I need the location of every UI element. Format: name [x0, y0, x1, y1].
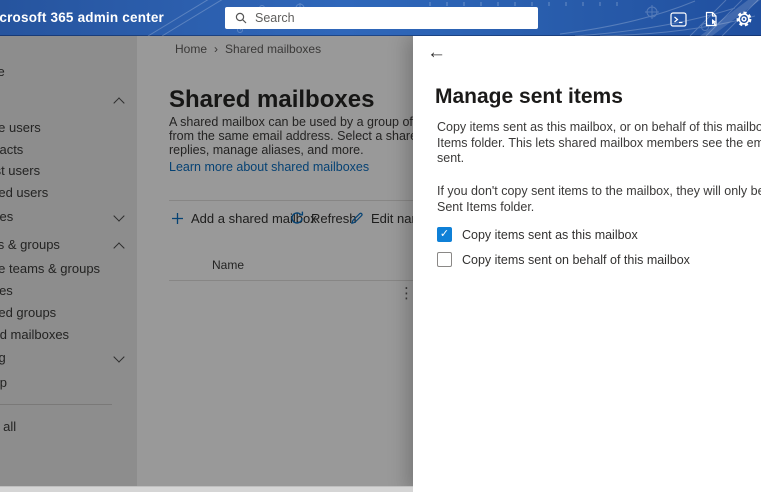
- panel-title: Manage sent items: [435, 85, 623, 109]
- panel-text-line: Copy items sent as this mailbox, or on b…: [437, 120, 761, 134]
- terminal-icon[interactable]: [668, 9, 688, 29]
- back-arrow-icon[interactable]: ←: [427, 42, 446, 64]
- panel-paragraph-2: If you don't copy sent items to the mail…: [437, 184, 761, 215]
- panel-text-line: If you don't copy sent items to the mail…: [437, 184, 761, 198]
- panel-text-line: Items folder. This lets shared mailbox m…: [437, 135, 761, 150]
- search-placeholder: Search: [255, 11, 295, 25]
- panel-text-line: Sent Items folder.: [437, 199, 535, 214]
- dim-overlay[interactable]: [0, 36, 413, 492]
- checkbox-label: Copy items sent as this mailbox: [462, 227, 638, 242]
- checkbox-copy-sent-as-mailbox[interactable]: Copy items sent as this mailbox: [437, 226, 638, 243]
- app-window: Microsoft 365 admin center Search e e us…: [0, 0, 761, 492]
- checkbox-box[interactable]: [437, 252, 452, 267]
- search-input[interactable]: Search: [225, 7, 538, 29]
- manage-sent-items-panel: ← Manage sent items Copy items sent as t…: [413, 36, 761, 492]
- checkbox-box[interactable]: [437, 227, 452, 242]
- settings-gear-icon[interactable]: [734, 9, 754, 29]
- app-header: Microsoft 365 admin center Search: [0, 0, 761, 36]
- app-title-link[interactable]: Microsoft 365 admin center: [0, 0, 164, 36]
- horizontal-scrollbar[interactable]: [0, 486, 413, 492]
- feedback-document-icon[interactable]: [701, 9, 721, 29]
- panel-text-line: sent.: [437, 151, 465, 165]
- checkbox-copy-sent-on-behalf[interactable]: Copy items sent on behalf of this mailbo…: [437, 251, 690, 268]
- checkbox-label: Copy items sent on behalf of this mailbo…: [462, 252, 690, 267]
- panel-paragraph-1: Copy items sent as this mailbox, or on b…: [437, 120, 761, 167]
- search-icon: [235, 12, 247, 24]
